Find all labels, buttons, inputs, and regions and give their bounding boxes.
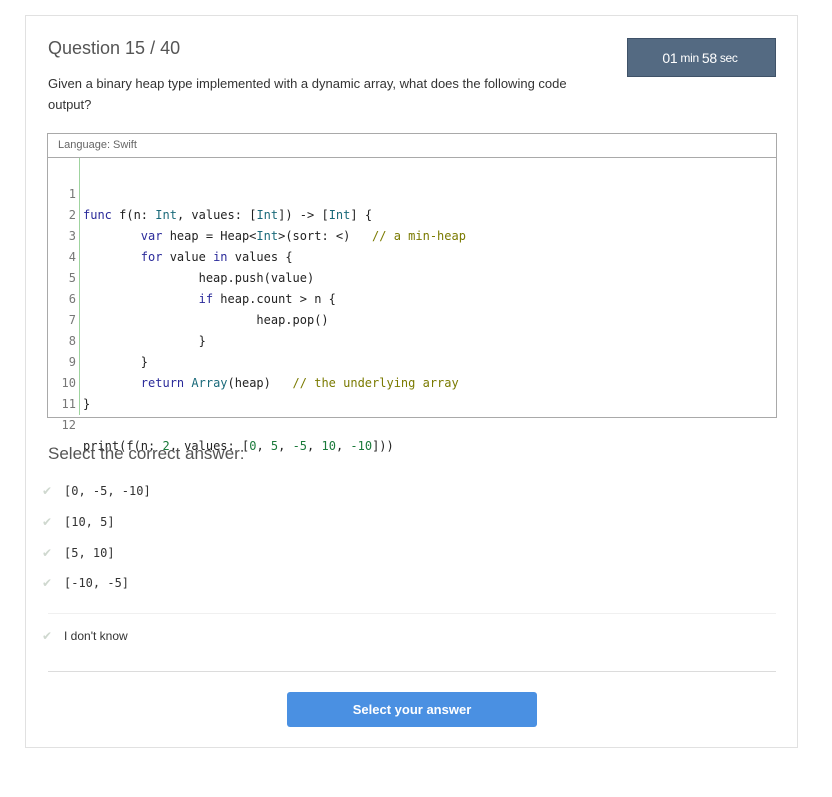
answer-option-label: [10, 5] — [64, 515, 115, 529]
code-line: 11 — [48, 373, 776, 411]
code-line: 3 for value in values { — [48, 205, 776, 264]
timer-badge: 01 min 58 sec — [627, 38, 776, 77]
question-card: Question 15 / 40 01 min 58 sec Given a b… — [25, 15, 798, 748]
line-number: 12 — [61, 418, 76, 432]
code-language-label: Language: Swift — [48, 134, 776, 158]
answer-option[interactable]: ✔ [10, 5] — [42, 512, 115, 532]
code-line: 1 func f(n: Int, values: [Int]) -> [Int]… — [48, 163, 776, 222]
answers-heading: Select the correct answer: — [48, 444, 245, 463]
answer-option[interactable]: ✔ [0, -5, -10] — [42, 481, 151, 501]
code-line: 12 print(f(n: 2, values: [0, 5, -5, 10, … — [48, 394, 776, 453]
submit-answer-button[interactable]: Select your answer — [287, 692, 537, 727]
timer-seconds: 58 — [701, 49, 717, 66]
check-icon: ✔ — [42, 576, 53, 590]
dont-know-option[interactable]: ✔ I don't know — [42, 626, 128, 646]
code-line: 2 var heap = Heap<Int>(sort: <) // a min… — [48, 184, 776, 243]
code-line: 7 } — [48, 289, 776, 348]
code-line: 9 return Array(heap) // the underlying a… — [48, 331, 776, 390]
timer-min-label: min — [680, 50, 699, 65]
answer-option-label: [5, 10] — [64, 546, 115, 560]
answer-option[interactable]: ✔ [5, 10] — [42, 543, 115, 563]
check-icon: ✔ — [42, 546, 53, 560]
code-line: 4 heap.push(value) — [48, 226, 776, 285]
check-icon: ✔ — [42, 484, 53, 498]
answer-option-label: [0, -5, -10] — [64, 484, 151, 498]
code-line: 10 } — [48, 352, 776, 411]
dont-know-label: I don't know — [64, 629, 128, 643]
code-line: 6 heap.pop() — [48, 268, 776, 327]
divider — [48, 613, 776, 614]
timer-sec-label: sec — [719, 50, 738, 65]
answer-option-label: [-10, -5] — [64, 576, 130, 590]
code-block: Language: Swift 1 func f(n: Int, values:… — [47, 133, 777, 453]
check-icon: ✔ — [42, 515, 53, 529]
answer-option[interactable]: ✔ [-10, -5] — [42, 573, 129, 593]
check-icon: ✔ — [42, 629, 53, 643]
timer-minutes: 01 — [662, 49, 678, 66]
question-title: Question 15 / 40 — [48, 38, 181, 58]
divider — [48, 671, 776, 672]
question-prompt: Given a binary heap type implemented wit… — [48, 76, 567, 112]
code-line: 5 if heap.count > n { — [48, 247, 776, 306]
code-body: 1 func f(n: Int, values: [Int]) -> [Int]… — [48, 158, 776, 453]
code-line: 8 } — [48, 310, 776, 369]
